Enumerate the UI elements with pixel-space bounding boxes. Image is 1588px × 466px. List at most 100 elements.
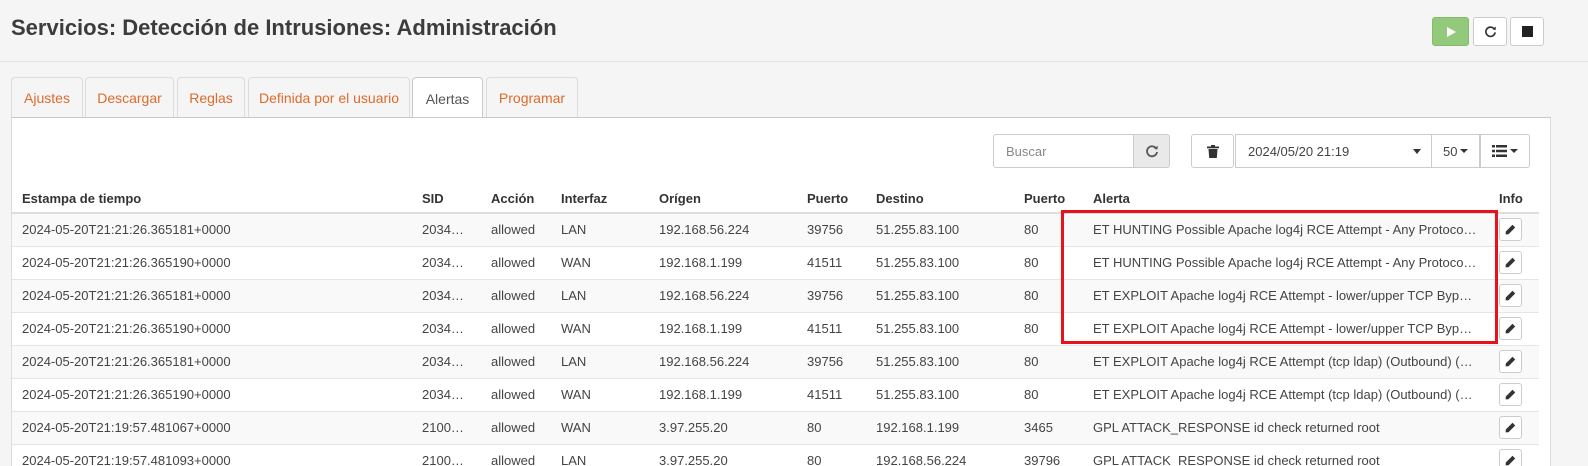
edit-button[interactable] [1499, 284, 1522, 307]
col-header-interface[interactable]: Interfaz [551, 184, 649, 214]
edit-button[interactable] [1499, 218, 1522, 242]
cell-info [1489, 410, 1539, 444]
cell-sid: 2100498 [412, 443, 481, 466]
pencil-icon [1505, 225, 1516, 235]
table-row: 2024-05-20T21:21:26.365190+0000 2034783 al… [12, 245, 1539, 279]
col-header-sid[interactable]: SID [412, 184, 481, 214]
rows-per-page-value: 50 [1443, 143, 1458, 159]
pencil-icon [1505, 290, 1516, 301]
cell-sid: 2034759 [412, 344, 481, 378]
cell-source: 3.97.255.20 [649, 410, 797, 444]
cell-alert: GPL ATTACK_RESPONSE id check returned ro… [1083, 443, 1489, 466]
cell-timestamp: 2024-05-20T21:21:26.365181+0000 [12, 278, 412, 312]
cell-source: 192.168.56.224 [649, 344, 797, 378]
tab-ajustes[interactable]: Ajustes [11, 77, 83, 118]
table-row: 2024-05-20T21:19:57.481067+0000 2100498 al… [12, 410, 1539, 444]
table-row: 2024-05-20T21:21:26.365190+0000 2034800 al… [12, 311, 1539, 345]
search-clear-button[interactable] [1134, 134, 1170, 168]
cell-destination-port: 80 [1014, 377, 1083, 411]
col-header-alert[interactable]: Alerta [1083, 184, 1489, 214]
cell-interface: LAN [551, 212, 649, 246]
cell-destination: 192.168.56.224 [866, 443, 1014, 466]
cell-alert: ET EXPLOIT Apache log4j RCE Attempt - lo… [1083, 278, 1489, 312]
cell-source-port: 39756 [797, 344, 866, 378]
col-header-destination-port[interactable]: Puerto [1014, 184, 1083, 214]
cell-info [1489, 344, 1539, 378]
start-service-button[interactable] [1432, 17, 1469, 46]
col-header-info: Info [1489, 184, 1539, 214]
trash-icon [1206, 144, 1219, 158]
table-row: 2024-05-20T21:21:26.365190+0000 2034759 al… [12, 377, 1539, 411]
cell-interface: WAN [551, 245, 649, 279]
date-select[interactable]: 2024/05/20 21:19 [1235, 134, 1432, 168]
edit-button[interactable] [1499, 449, 1522, 466]
alerts-table: Estampa de tiempo SID Acción Interfaz Or… [12, 184, 1539, 466]
restart-service-button[interactable] [1473, 17, 1507, 46]
tab-reglas[interactable]: Reglas [177, 77, 245, 118]
cell-source-port: 41511 [797, 311, 866, 345]
cell-alert: ET EXPLOIT Apache log4j RCE Attempt (tcp… [1083, 377, 1489, 411]
cell-alert: ET HUNTING Possible Apache log4j RCE Att… [1083, 245, 1489, 279]
edit-button[interactable] [1499, 317, 1522, 340]
cell-destination-port: 80 [1014, 245, 1083, 279]
cell-alert: ET EXPLOIT Apache log4j RCE Attempt - lo… [1083, 311, 1489, 345]
cell-info [1489, 245, 1539, 279]
cell-timestamp: 2024-05-20T21:19:57.481067+0000 [12, 410, 412, 444]
cell-sid: 2034759 [412, 377, 481, 411]
columns-toggle-button[interactable] [1480, 134, 1530, 168]
cell-timestamp: 2024-05-20T21:21:26.365190+0000 [12, 311, 412, 345]
col-header-timestamp[interactable]: Estampa de tiempo [12, 184, 412, 214]
tab-programar[interactable]: Programar [486, 77, 578, 118]
cell-timestamp: 2024-05-20T21:21:26.365190+0000 [12, 245, 412, 279]
pencil-icon [1505, 456, 1516, 466]
cell-destination-port: 39796 [1014, 443, 1083, 466]
tab-definida-por-el-usuario[interactable]: Definida por el usuario [248, 77, 410, 118]
cell-info [1489, 311, 1539, 345]
cell-source: 192.168.1.199 [649, 245, 797, 279]
cell-sid: 2034800 [412, 311, 481, 345]
cell-timestamp: 2024-05-20T21:21:26.365190+0000 [12, 377, 412, 411]
cell-sid: 2034783 [412, 245, 481, 279]
col-header-source[interactable]: Orígen [649, 184, 797, 214]
cell-destination-port: 80 [1014, 344, 1083, 378]
cell-source-port: 39756 [797, 278, 866, 312]
cell-destination: 51.255.83.100 [866, 245, 1014, 279]
rows-per-page-select[interactable]: 50 [1432, 134, 1480, 168]
play-icon [1446, 26, 1456, 37]
refresh-icon [1145, 145, 1158, 158]
cell-source: 3.97.255.20 [649, 443, 797, 466]
table-header-row: Estampa de tiempo SID Acción Interfaz Or… [12, 184, 1539, 214]
cell-source: 192.168.56.224 [649, 278, 797, 312]
col-header-action[interactable]: Acción [481, 184, 551, 214]
table-row: 2024-05-20T21:21:26.365181+0000 2034783 al… [12, 212, 1539, 246]
cell-info [1489, 443, 1539, 466]
edit-button[interactable] [1499, 383, 1522, 406]
page-title: Servicios: Detección de Intrusiones: Adm… [11, 15, 557, 40]
cell-source: 192.168.1.199 [649, 377, 797, 411]
edit-button[interactable] [1499, 416, 1522, 439]
refresh-icon [1484, 26, 1496, 38]
table-row: 2024-05-20T21:21:26.365181+0000 2034800 al… [12, 278, 1539, 312]
tab-descargar[interactable]: Descargar [85, 77, 174, 118]
cell-interface: LAN [551, 443, 649, 466]
cell-action: allowed [481, 443, 551, 466]
edit-button[interactable] [1499, 350, 1522, 373]
cell-source-port: 41511 [797, 245, 866, 279]
date-select-value: 2024/05/20 21:19 [1248, 143, 1350, 159]
cell-timestamp: 2024-05-20T21:21:26.365181+0000 [12, 212, 412, 246]
tab-alertas[interactable]: Alertas [412, 77, 483, 119]
stop-service-button[interactable] [1510, 17, 1544, 46]
cell-destination: 192.168.1.199 [866, 410, 1014, 444]
cell-alert: GPL ATTACK_RESPONSE id check returned ro… [1083, 410, 1489, 444]
cell-destination: 51.255.83.100 [866, 344, 1014, 378]
list-icon [1492, 145, 1507, 157]
pencil-icon [1505, 257, 1516, 268]
table-row: 2024-05-20T21:21:26.365181+0000 2034759 al… [12, 344, 1539, 378]
search-input[interactable] [993, 134, 1134, 168]
col-header-destination[interactable]: Destino [866, 184, 1014, 214]
cell-source: 192.168.1.199 [649, 311, 797, 345]
col-header-source-port[interactable]: Puerto [797, 184, 866, 214]
cell-destination: 51.255.83.100 [866, 377, 1014, 411]
edit-button[interactable] [1499, 251, 1522, 274]
clear-alerts-button[interactable] [1191, 134, 1234, 168]
